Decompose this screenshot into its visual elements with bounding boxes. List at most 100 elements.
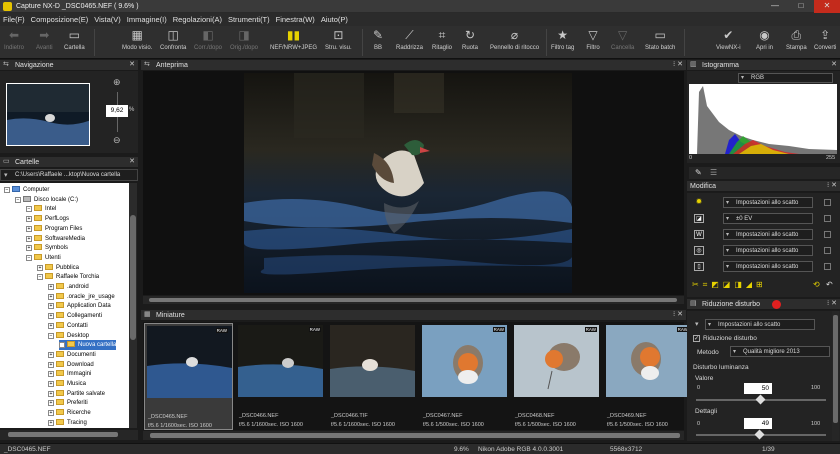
- checkbox[interactable]: [824, 231, 831, 238]
- modify-row-lens[interactable]: ◎ Impostazioni allo scatto: [689, 244, 837, 258]
- expander-icon[interactable]: +: [48, 400, 54, 407]
- nef-jpeg-button[interactable]: ▮▮ NEF/NRW+JPEG: [270, 28, 317, 51]
- menu-tools[interactable]: Strumenti(T): [228, 15, 270, 24]
- zoom-in-icon[interactable]: ⊕: [113, 77, 121, 88]
- menu-window[interactable]: Finestra(W): [276, 15, 315, 24]
- tree-item[interactable]: + Partite salvate: [48, 389, 105, 399]
- tree-item[interactable]: − Utenti: [26, 253, 61, 263]
- checkbox[interactable]: [824, 247, 831, 254]
- modify-row-wb[interactable]: W Impostazioni allo scatto: [689, 228, 837, 242]
- modify-row-dlighting[interactable]: ▯ Impostazioni allo scatto: [689, 260, 837, 274]
- retouch-button[interactable]: ⌀ Pennello di ritocco: [490, 28, 539, 51]
- expander-icon[interactable]: −: [48, 332, 54, 339]
- tab-adjust-icon[interactable]: ✎: [695, 168, 702, 177]
- nr-enable-checkbox[interactable]: ✓: [693, 335, 700, 342]
- modify-row-exposure[interactable]: ◪ ±0 EV: [689, 212, 837, 226]
- expander-icon[interactable]: −: [37, 274, 43, 281]
- tree-hscrollbar[interactable]: [0, 430, 138, 440]
- expander-icon[interactable]: +: [48, 410, 54, 417]
- zoom-value[interactable]: 9,62: [106, 105, 128, 117]
- expander-icon[interactable]: +: [48, 322, 54, 329]
- nr-value-input[interactable]: 50: [744, 383, 772, 394]
- tree-item[interactable]: + Nuova cartella: [59, 340, 117, 351]
- modify-row-value[interactable]: Impostazioni allo scatto: [723, 229, 813, 240]
- tree-item[interactable]: + Program Files: [26, 224, 82, 234]
- thumbnail-image[interactable]: [606, 325, 691, 397]
- tree-item[interactable]: + .android: [48, 282, 89, 292]
- preview-panel-close-icon[interactable]: ⁝ ✕: [673, 60, 683, 68]
- back-button[interactable]: ⬅ Indietro: [4, 28, 24, 51]
- tree-item[interactable]: + Ricerche: [48, 408, 91, 418]
- menu-view[interactable]: Vista(V): [94, 15, 121, 24]
- forward-button[interactable]: ➡ Avanti: [36, 28, 53, 51]
- filter-button[interactable]: ▽ Filtro: [585, 28, 601, 51]
- tag-filter-button[interactable]: ★ Filtro tag: [551, 28, 574, 51]
- thumbnail-item[interactable]: RAW _DSC0467.NEF f/5.6 1/500sec. ISO 1600: [420, 323, 509, 430]
- minimize-button[interactable]: —: [762, 0, 788, 13]
- expander-icon[interactable]: −: [4, 187, 10, 193]
- expander-icon[interactable]: +: [48, 390, 54, 397]
- modify-row-picture-control[interactable]: ✹ Impostazioni allo scatto: [689, 196, 837, 210]
- tree-item[interactable]: + Pubblica: [37, 263, 79, 273]
- close-button[interactable]: ✕: [814, 0, 840, 13]
- nr-method-select[interactable]: ▾ Qualità migliore 2013: [730, 346, 830, 357]
- expander-icon[interactable]: +: [26, 225, 32, 232]
- tree-item[interactable]: + Contatti: [48, 321, 88, 331]
- tree-item[interactable]: − Disco locale (C:): [15, 195, 78, 205]
- thumbnail-image[interactable]: [238, 325, 323, 397]
- thumbs-scroll-thumb[interactable]: [150, 433, 680, 438]
- expander-icon[interactable]: +: [26, 235, 32, 242]
- thumbnail-image[interactable]: [330, 325, 415, 397]
- viewnx-button[interactable]: ✔ ViewNX-i: [716, 28, 741, 51]
- expander-icon[interactable]: +: [48, 293, 54, 300]
- expander-icon[interactable]: +: [59, 342, 65, 349]
- expander-icon[interactable]: +: [26, 245, 32, 252]
- menu-adjust[interactable]: Regolazioni(A): [173, 15, 222, 24]
- print-button[interactable]: ⎙ Stampa: [786, 28, 807, 51]
- right-scrollbar[interactable]: [832, 311, 839, 441]
- folders-panel-close-icon[interactable]: ✕: [129, 157, 135, 165]
- modify-panel-close-icon[interactable]: ⁝ ✕: [827, 181, 837, 189]
- tree-item[interactable]: + Download: [48, 360, 94, 370]
- expander-icon[interactable]: +: [48, 313, 54, 320]
- nav-panel-close-icon[interactable]: ✕: [129, 60, 135, 68]
- folder-path-field[interactable]: ▾ C:\Users\Raffaele ...ktop\Nuova cartel…: [0, 169, 138, 181]
- modify-row-value[interactable]: Impostazioni allo scatto: [723, 197, 813, 208]
- checkbox[interactable]: [824, 215, 831, 222]
- tree-item[interactable]: + SoftwareMedia: [26, 234, 85, 244]
- expander-icon[interactable]: +: [37, 264, 43, 271]
- expander-icon[interactable]: +: [48, 303, 54, 310]
- preview-image[interactable]: [244, 73, 572, 293]
- chevron-down-icon[interactable]: ▾: [695, 320, 699, 328]
- menu-image[interactable]: Immagine(I): [127, 15, 167, 24]
- expander-icon[interactable]: −: [26, 206, 32, 213]
- folder-button[interactable]: ▭ Cartella: [64, 28, 85, 51]
- tree-item[interactable]: + Application Data: [48, 301, 111, 311]
- checkbox[interactable]: [824, 199, 831, 206]
- orig-after-button[interactable]: ◨ Orig./dopo: [230, 28, 258, 51]
- menu-help[interactable]: Aiuto(P): [321, 15, 348, 24]
- tab-info-icon[interactable]: ☰: [710, 168, 717, 177]
- thumbnail-item[interactable]: RAW _DSC0468.NEF f/5.6 1/500sec. ISO 1600: [512, 323, 601, 430]
- tree-item[interactable]: + PerfLogs: [26, 214, 69, 224]
- expander-icon[interactable]: +: [48, 371, 54, 378]
- wb-button[interactable]: ✎ BB: [370, 28, 386, 51]
- batch-status-button[interactable]: ▭ Stato batch: [645, 28, 675, 51]
- before-after-button[interactable]: ◧ Corr./dopo: [194, 28, 222, 51]
- rotate-button[interactable]: ↻ Ruota: [462, 28, 478, 51]
- tree-item[interactable]: − Intel: [26, 204, 56, 214]
- zoom-out-icon[interactable]: ⊖: [113, 135, 121, 146]
- adjust-tool-icons[interactable]: ✂⌗◩◪◨◢⊞: [692, 280, 767, 290]
- thumbnail-item[interactable]: RAW _DSC0465.NEF f/5.6 1/1600sec. ISO 1600: [144, 323, 233, 430]
- nav-view-rect[interactable]: [6, 83, 90, 146]
- channel-select[interactable]: ▾ RGB: [738, 73, 833, 83]
- delete-button[interactable]: ▽ Cancella: [611, 28, 634, 51]
- straighten-button[interactable]: ⟋ Raddrizza: [396, 28, 423, 51]
- thumbs-panel-close-icon[interactable]: ⁝ ✕: [673, 310, 683, 318]
- menu-edit[interactable]: Composizione(E): [31, 15, 89, 24]
- modify-row-value[interactable]: ±0 EV: [723, 213, 813, 224]
- nr-detail-input[interactable]: 49: [744, 418, 772, 429]
- display-tools-button[interactable]: ⊡ Stru. visu.: [325, 28, 352, 51]
- thumbnail-item[interactable]: RAW _DSC0466.NEF f/5.6 1/1600sec. ISO 1600: [236, 323, 325, 430]
- reset-icon[interactable]: ⟲: [813, 280, 820, 289]
